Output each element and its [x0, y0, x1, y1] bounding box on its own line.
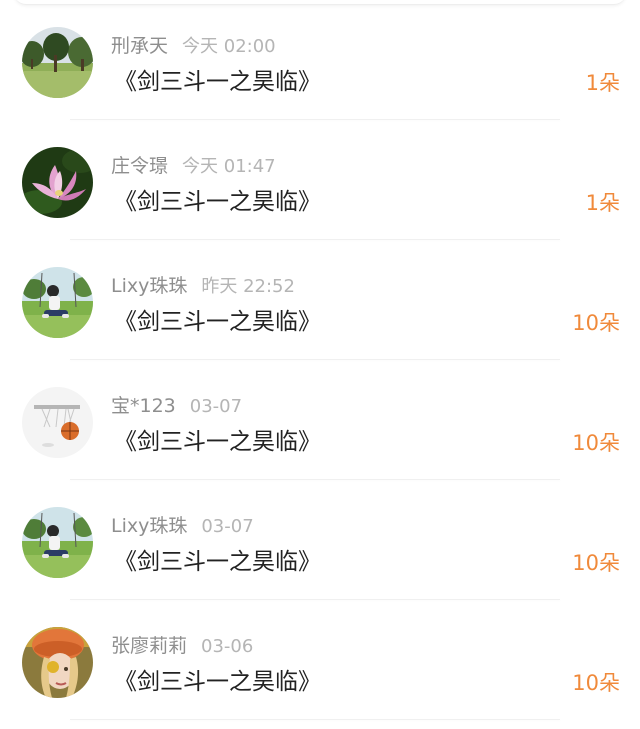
timestamp: 03-07	[201, 516, 254, 537]
item-meta: 庄令璟 今天 01:47	[111, 154, 276, 178]
list-item[interactable]: Lixy珠珠 03-07 《剑三斗一之昊临》 10朵	[0, 480, 640, 600]
gift-amount: 1朵	[585, 71, 620, 95]
item-meta: 宝*123 03-07	[111, 394, 242, 418]
username[interactable]: 刑承天	[111, 35, 168, 57]
username[interactable]: 庄令璟	[111, 155, 168, 177]
timestamp: 昨天 22:52	[201, 276, 295, 297]
book-title[interactable]: 《剑三斗一之昊临》	[114, 666, 321, 698]
username[interactable]: 张廖莉莉	[111, 635, 187, 657]
tree-photo-avatar[interactable]	[22, 27, 93, 98]
timestamp: 今天 02:00	[182, 36, 276, 57]
list-item[interactable]: 庄令璟 今天 01:47 《剑三斗一之昊临》 1朵	[0, 120, 640, 240]
lotus-flower-avatar[interactable]	[22, 147, 93, 218]
gift-amount: 10朵	[572, 551, 620, 575]
gift-amount: 1朵	[585, 191, 620, 215]
book-title[interactable]: 《剑三斗一之昊临》	[114, 426, 321, 458]
username[interactable]: Lixy珠珠	[111, 515, 187, 537]
basketball-hoop-avatar[interactable]	[22, 387, 93, 458]
book-title[interactable]: 《剑三斗一之昊临》	[114, 306, 321, 338]
username[interactable]: 宝*123	[111, 395, 176, 417]
timestamp: 03-06	[201, 636, 254, 657]
book-title[interactable]: 《剑三斗一之昊临》	[114, 186, 321, 218]
timestamp: 今天 01:47	[182, 156, 276, 177]
person-on-swing-avatar[interactable]	[22, 267, 93, 338]
divider	[70, 719, 560, 720]
item-meta: 张廖莉莉 03-06	[111, 634, 253, 658]
book-title[interactable]: 《剑三斗一之昊临》	[114, 546, 321, 578]
book-title[interactable]: 《剑三斗一之昊临》	[114, 66, 321, 98]
username[interactable]: Lixy珠珠	[111, 275, 187, 297]
gift-amount: 10朵	[572, 431, 620, 455]
list-item[interactable]: Lixy珠珠 昨天 22:52 《剑三斗一之昊临》 10朵	[0, 240, 640, 360]
gift-record-list: 刑承天 今天 02:00 《剑三斗一之昊临》 1朵 庄令璟 今天 01:47 《剑三…	[0, 0, 640, 720]
list-item[interactable]: 张廖莉莉 03-06 《剑三斗一之昊临》 10朵	[0, 600, 640, 720]
list-item[interactable]: 宝*123 03-07 《剑三斗一之昊临》 10朵	[0, 360, 640, 480]
gift-amount: 10朵	[572, 671, 620, 695]
gift-amount: 10朵	[572, 311, 620, 335]
orange-hat-girl-avatar[interactable]	[22, 627, 93, 698]
item-meta: Lixy珠珠 昨天 22:52	[111, 274, 295, 298]
item-meta: Lixy珠珠 03-07	[111, 514, 254, 538]
list-item[interactable]: 刑承天 今天 02:00 《剑三斗一之昊临》 1朵	[0, 0, 640, 120]
timestamp: 03-07	[189, 396, 243, 417]
item-meta: 刑承天 今天 02:00	[111, 34, 276, 58]
person-on-swing-avatar[interactable]	[22, 507, 93, 578]
